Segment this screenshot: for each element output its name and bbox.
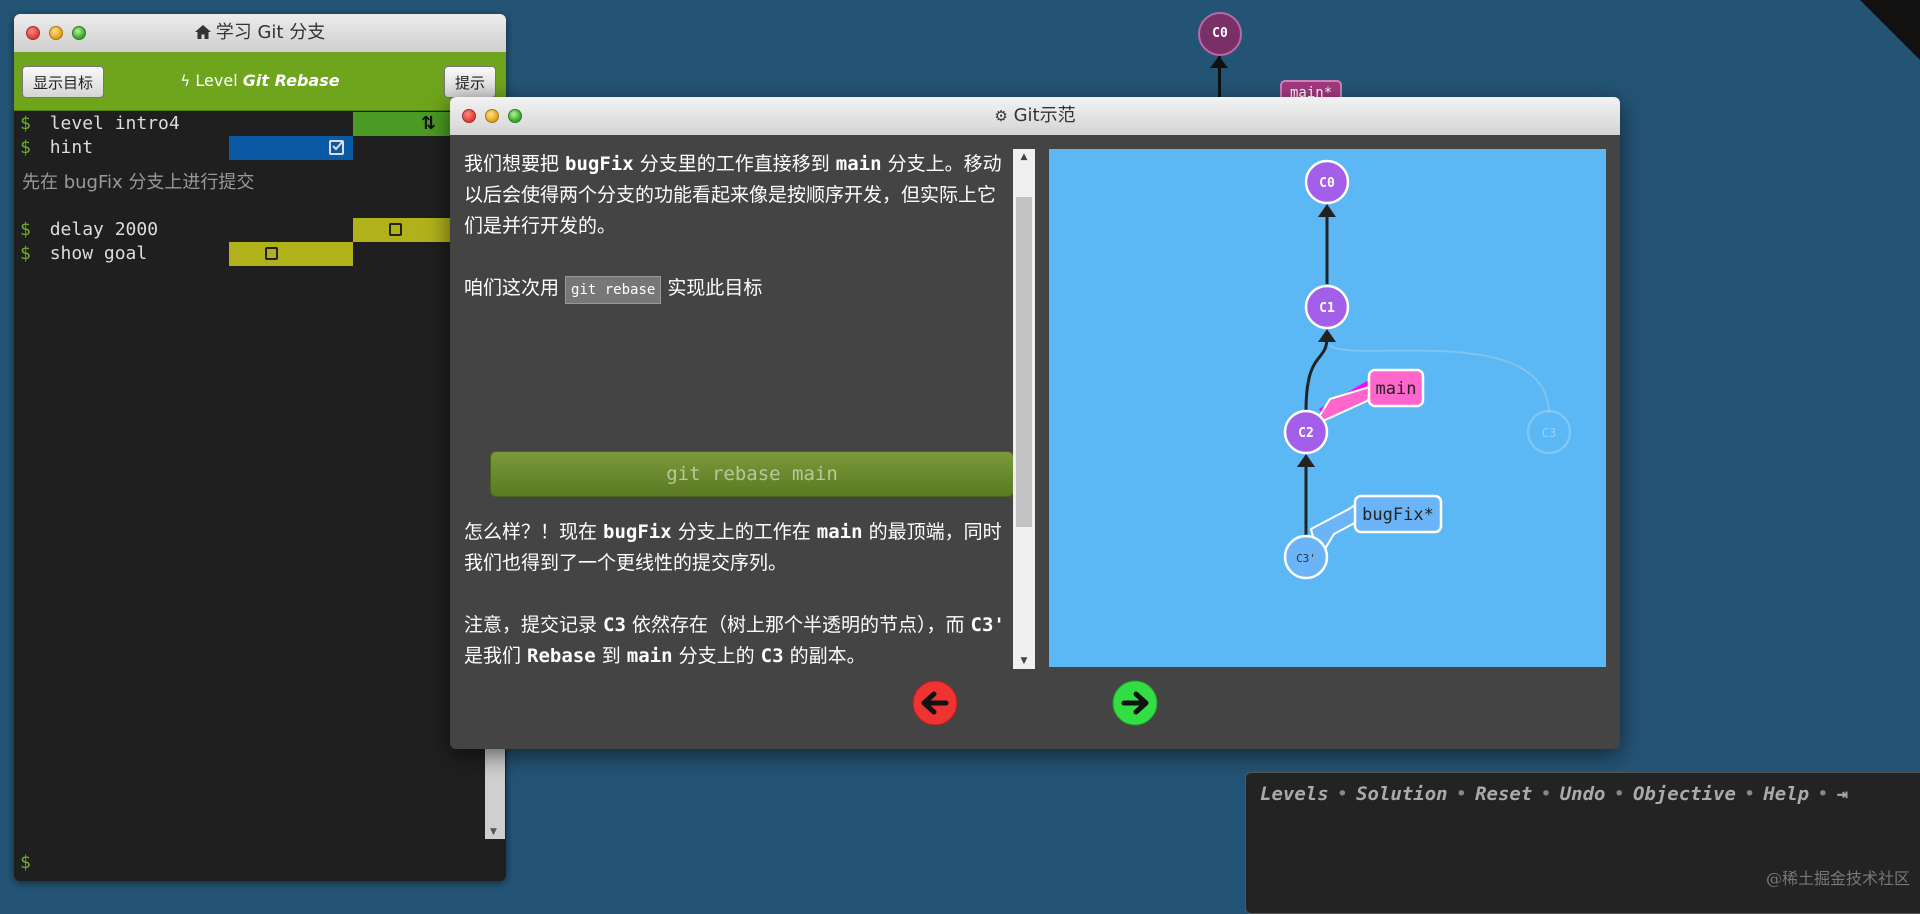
paragraph: 我们想要把 bugFix 分支里的工作直接移到 main 分支上。移动以后会使得… bbox=[464, 153, 1002, 237]
watermark: @稀土掘金技术社区 bbox=[1765, 869, 1910, 888]
command-row: $ delay 2000 bbox=[14, 218, 158, 242]
window-controls bbox=[462, 109, 522, 123]
maximize-button[interactable] bbox=[72, 26, 86, 40]
command-row: $ show goal bbox=[14, 242, 147, 266]
branch-bugfix[interactable]: bugFix* bbox=[1353, 494, 1443, 534]
solution-link[interactable]: Solution bbox=[1356, 783, 1448, 805]
git-visualization: C0 C1 C2 C3 C3' main bugFix* bbox=[1049, 149, 1606, 667]
window-controls bbox=[26, 26, 86, 40]
command-output: 先在 bugFix 分支上进行提交 bbox=[22, 168, 254, 198]
terminal-input[interactable]: $ bbox=[20, 852, 31, 873]
scroll-up-icon[interactable]: ▲ bbox=[1013, 152, 1035, 162]
commit-c0[interactable]: C0 bbox=[1304, 159, 1350, 205]
command-row: $ level intro4 bbox=[14, 112, 180, 136]
output-text: 先在 bugFix 分支上进行提交 bbox=[22, 172, 255, 193]
result-text: 怎么样？！现在 bugFix 分支上的工作在 main 的最顶端，同时我们也得到… bbox=[464, 517, 1009, 703]
bg-commit-c0-label: C0 bbox=[1212, 26, 1228, 41]
levels-link[interactable]: Levels bbox=[1260, 783, 1329, 805]
scroll-down-icon[interactable]: ▼ bbox=[1013, 656, 1035, 666]
objective-link[interactable]: Objective bbox=[1633, 783, 1736, 805]
level-name: Git Rebase bbox=[242, 71, 340, 90]
command-text: level intro4 bbox=[49, 113, 180, 134]
scroll-down-icon[interactable]: ▼ bbox=[490, 827, 497, 837]
text-scrollbar[interactable]: ▲ ▼ bbox=[1013, 149, 1035, 669]
command-row: $ hint bbox=[14, 136, 93, 160]
command-links: Levels • Solution • Reset • Undo • Objective • Hel… bbox=[1260, 783, 1849, 805]
hint-button[interactable]: 提示 bbox=[444, 66, 497, 98]
run-command-button[interactable]: git rebase main bbox=[490, 451, 1014, 497]
commit-label: C0 bbox=[1319, 176, 1335, 191]
minimize-button[interactable] bbox=[49, 26, 63, 40]
home-icon bbox=[194, 15, 211, 53]
gear-icon: ⚙ bbox=[994, 107, 1008, 125]
command-status-bar bbox=[229, 136, 353, 160]
bg-commit-c0: C0 bbox=[1198, 12, 1242, 56]
close-button[interactable] bbox=[462, 109, 476, 123]
paragraph: 怎么样？！现在 bugFix 分支上的工作在 main 的最顶端，同时我们也得到… bbox=[464, 521, 1002, 574]
level-toolbar: 显示目标 ϟ Level Git Rebase 提示 bbox=[14, 52, 506, 111]
command-text: hint bbox=[49, 137, 94, 158]
command-prompt: $ bbox=[20, 243, 31, 264]
arrow-left-icon bbox=[912, 680, 958, 726]
close-button[interactable] bbox=[26, 26, 40, 40]
command-text: delay 2000 bbox=[49, 219, 159, 240]
command-bar: Levels • Solution • Reset • Undo • Objective • Hel… bbox=[1245, 772, 1920, 914]
branch-main[interactable]: main bbox=[1367, 368, 1425, 408]
commit-label: C1 bbox=[1319, 301, 1335, 316]
scroll-thumb[interactable] bbox=[1016, 197, 1032, 527]
level-prefix: Level bbox=[195, 71, 238, 90]
help-link[interactable]: Help bbox=[1763, 783, 1809, 805]
commit-c3-prime[interactable]: C3' bbox=[1283, 534, 1329, 580]
commit-c2[interactable]: C2 bbox=[1283, 409, 1329, 455]
bolt-icon: ϟ bbox=[180, 72, 191, 90]
terminal-window: 学习 Git 分支 显示目标 ϟ Level Git Rebase 提示 $ l… bbox=[14, 14, 506, 881]
unchecked-icon bbox=[389, 223, 402, 236]
paragraph: 咱们这次用 git rebase 实现此目标 bbox=[464, 273, 1009, 304]
branch-label: bugFix* bbox=[1362, 505, 1434, 525]
paragraph: 注意，提交记录 C3 依然存在（树上那个半透明的节点），而 C3' 是我们 Re… bbox=[464, 614, 1005, 667]
undo-link[interactable]: Undo bbox=[1560, 783, 1606, 805]
level-title: ϟ Level Git Rebase bbox=[14, 52, 506, 110]
commit-graph: C0 C1 C2 C3 C3' main bugFix* bbox=[1283, 159, 1572, 580]
arrow-right-icon bbox=[1112, 680, 1158, 726]
terminal-titlebar: 学习 Git 分支 bbox=[14, 14, 506, 52]
command-prompt: $ bbox=[20, 113, 31, 134]
checked-icon bbox=[329, 140, 344, 155]
maximize-button[interactable] bbox=[508, 109, 522, 123]
next-button[interactable] bbox=[1112, 680, 1158, 726]
modal-title: Git示范 bbox=[1013, 105, 1076, 126]
unchecked-icon bbox=[265, 247, 278, 260]
minimize-button[interactable] bbox=[485, 109, 499, 123]
branch-label: main bbox=[1376, 379, 1417, 399]
command-text: show goal bbox=[49, 243, 148, 264]
command-prompt: $ bbox=[20, 137, 31, 158]
commit-label: C3' bbox=[1296, 552, 1316, 565]
inline-code: git rebase bbox=[565, 276, 662, 304]
commit-label: C3 bbox=[1542, 426, 1556, 440]
modal-titlebar: ⚙ Git示范 bbox=[450, 97, 1620, 135]
input-prompt: $ bbox=[20, 852, 31, 873]
reset-link[interactable]: Reset bbox=[1475, 783, 1532, 805]
prev-button[interactable] bbox=[912, 680, 958, 726]
command-status-bar bbox=[229, 242, 353, 266]
swap-icon: ⇅ bbox=[421, 113, 437, 134]
corner-ribbon[interactable] bbox=[1860, 0, 1920, 60]
commit-c1[interactable]: C1 bbox=[1304, 284, 1350, 330]
demo-text: 我们想要把 bugFix 分支里的工作直接移到 main 分支上。移动以后会使得… bbox=[464, 149, 1014, 667]
bg-arrow-head bbox=[1210, 56, 1228, 68]
terminal-title: 学习 Git 分支 bbox=[215, 22, 326, 43]
demo-modal: ⚙ Git示范 我们想要把 bugFix 分支里的工作直接移到 main 分支上… bbox=[450, 97, 1620, 749]
exit-icon[interactable]: ⇥ bbox=[1837, 783, 1848, 805]
command-prompt: $ bbox=[20, 219, 31, 240]
commit-label: C2 bbox=[1298, 426, 1314, 441]
commit-c3-faded[interactable]: C3 bbox=[1526, 409, 1572, 455]
